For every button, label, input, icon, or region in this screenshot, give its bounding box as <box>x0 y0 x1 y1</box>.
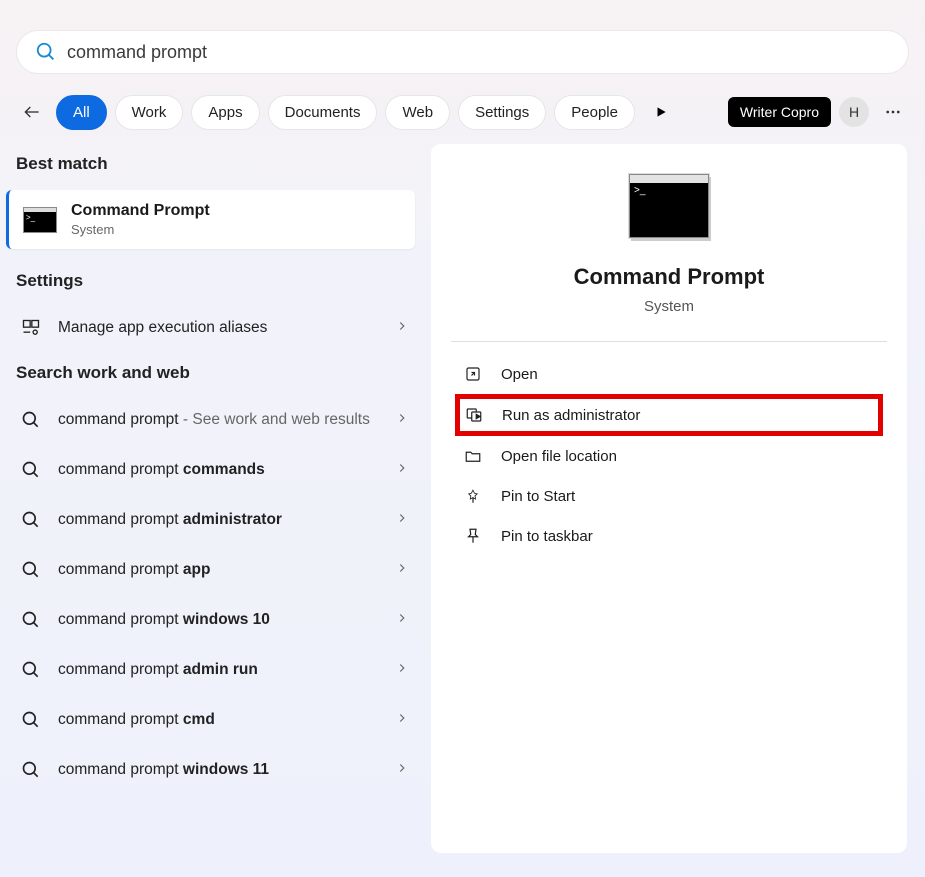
preview-title: Command Prompt <box>574 264 765 290</box>
suggestion-label: command prompt - See work and web result… <box>58 411 379 429</box>
search-suggestion[interactable]: command prompt commands <box>0 445 425 495</box>
best-match-result[interactable]: Command Prompt System <box>6 190 415 249</box>
filter-pill-apps[interactable]: Apps <box>191 95 259 130</box>
search-web-header: Search work and web <box>0 353 425 395</box>
action-open[interactable]: Open <box>455 354 883 394</box>
filter-pill-documents[interactable]: Documents <box>268 95 378 130</box>
search-icon <box>35 41 57 63</box>
search-icon <box>20 659 42 681</box>
aliases-icon <box>20 317 42 339</box>
search-icon <box>20 759 42 781</box>
suggestion-label: command prompt administrator <box>58 511 379 529</box>
chevron-right-icon <box>395 661 409 680</box>
suggestion-label: command prompt cmd <box>58 711 379 729</box>
best-match-header: Best match <box>0 144 425 186</box>
filter-pill-people[interactable]: People <box>554 95 635 130</box>
chevron-right-icon <box>395 461 409 480</box>
more-icon <box>884 103 902 121</box>
search-icon <box>20 609 42 631</box>
search-suggestion[interactable]: command prompt admin run <box>0 645 425 695</box>
search-icon <box>20 509 42 531</box>
search-icon <box>20 709 42 731</box>
extension-badge[interactable]: Writer Copro <box>728 97 831 127</box>
action-folder[interactable]: Open file location <box>455 436 883 476</box>
action-label: Run as administrator <box>502 407 640 424</box>
pinstart-icon <box>463 486 483 506</box>
suggestion-label: command prompt windows 11 <box>58 761 379 779</box>
arrow-left-icon <box>22 102 42 122</box>
preview-subtitle: System <box>644 298 694 315</box>
avatar[interactable]: H <box>839 97 869 127</box>
action-admin[interactable]: Run as administrator <box>455 394 883 436</box>
scroll-right-button[interactable] <box>643 94 679 130</box>
search-suggestion[interactable]: command prompt cmd <box>0 695 425 745</box>
search-icon <box>20 459 42 481</box>
action-pinstart[interactable]: Pin to Start <box>455 476 883 516</box>
search-suggestion[interactable]: command prompt windows 11 <box>0 745 425 795</box>
action-label: Pin to Start <box>501 488 575 505</box>
preview-app-icon <box>629 174 709 238</box>
filter-pill-settings[interactable]: Settings <box>458 95 546 130</box>
chevron-right-icon <box>395 511 409 530</box>
suggestion-label: command prompt admin run <box>58 661 379 679</box>
settings-item-aliases[interactable]: Manage app execution aliases <box>0 303 425 353</box>
search-icon <box>20 409 42 431</box>
search-suggestion[interactable]: command prompt windows 10 <box>0 595 425 645</box>
suggestion-label: command prompt app <box>58 561 379 579</box>
chevron-right-icon <box>395 411 409 430</box>
back-button[interactable] <box>16 96 48 128</box>
cmd-icon <box>23 207 57 233</box>
best-match-subtitle: System <box>71 222 210 237</box>
folder-icon <box>463 446 483 466</box>
more-button[interactable] <box>877 96 909 128</box>
filter-pill-all[interactable]: All <box>56 95 107 130</box>
chevron-right-icon <box>395 561 409 580</box>
search-icon <box>20 559 42 581</box>
chevron-right-icon <box>395 319 409 338</box>
divider <box>451 341 887 342</box>
open-icon <box>463 364 483 384</box>
search-bar[interactable] <box>16 30 909 74</box>
action-label: Pin to taskbar <box>501 528 593 545</box>
filter-pill-work[interactable]: Work <box>115 95 184 130</box>
action-label: Open <box>501 366 538 383</box>
suggestion-label: command prompt commands <box>58 461 379 479</box>
chevron-right-icon <box>395 711 409 730</box>
action-pintask[interactable]: Pin to taskbar <box>455 516 883 556</box>
pintask-icon <box>463 526 483 546</box>
filter-pill-web[interactable]: Web <box>385 95 450 130</box>
action-label: Open file location <box>501 448 617 465</box>
settings-item-label: Manage app execution aliases <box>58 319 379 337</box>
search-suggestion[interactable]: command prompt administrator <box>0 495 425 545</box>
suggestion-label: command prompt windows 10 <box>58 611 379 629</box>
filter-toolbar: All Work Apps Documents Web Settings Peo… <box>0 86 925 144</box>
search-suggestion[interactable]: command prompt - See work and web result… <box>0 395 425 445</box>
preview-panel: Command Prompt System Open Run as admini… <box>431 144 907 853</box>
best-match-title: Command Prompt <box>71 202 210 220</box>
settings-header: Settings <box>0 261 425 303</box>
chevron-right-icon <box>395 611 409 630</box>
chevron-right-icon <box>395 761 409 780</box>
play-icon <box>654 105 668 119</box>
search-input[interactable] <box>57 42 890 63</box>
admin-icon <box>464 405 484 425</box>
search-suggestion[interactable]: command prompt app <box>0 545 425 595</box>
